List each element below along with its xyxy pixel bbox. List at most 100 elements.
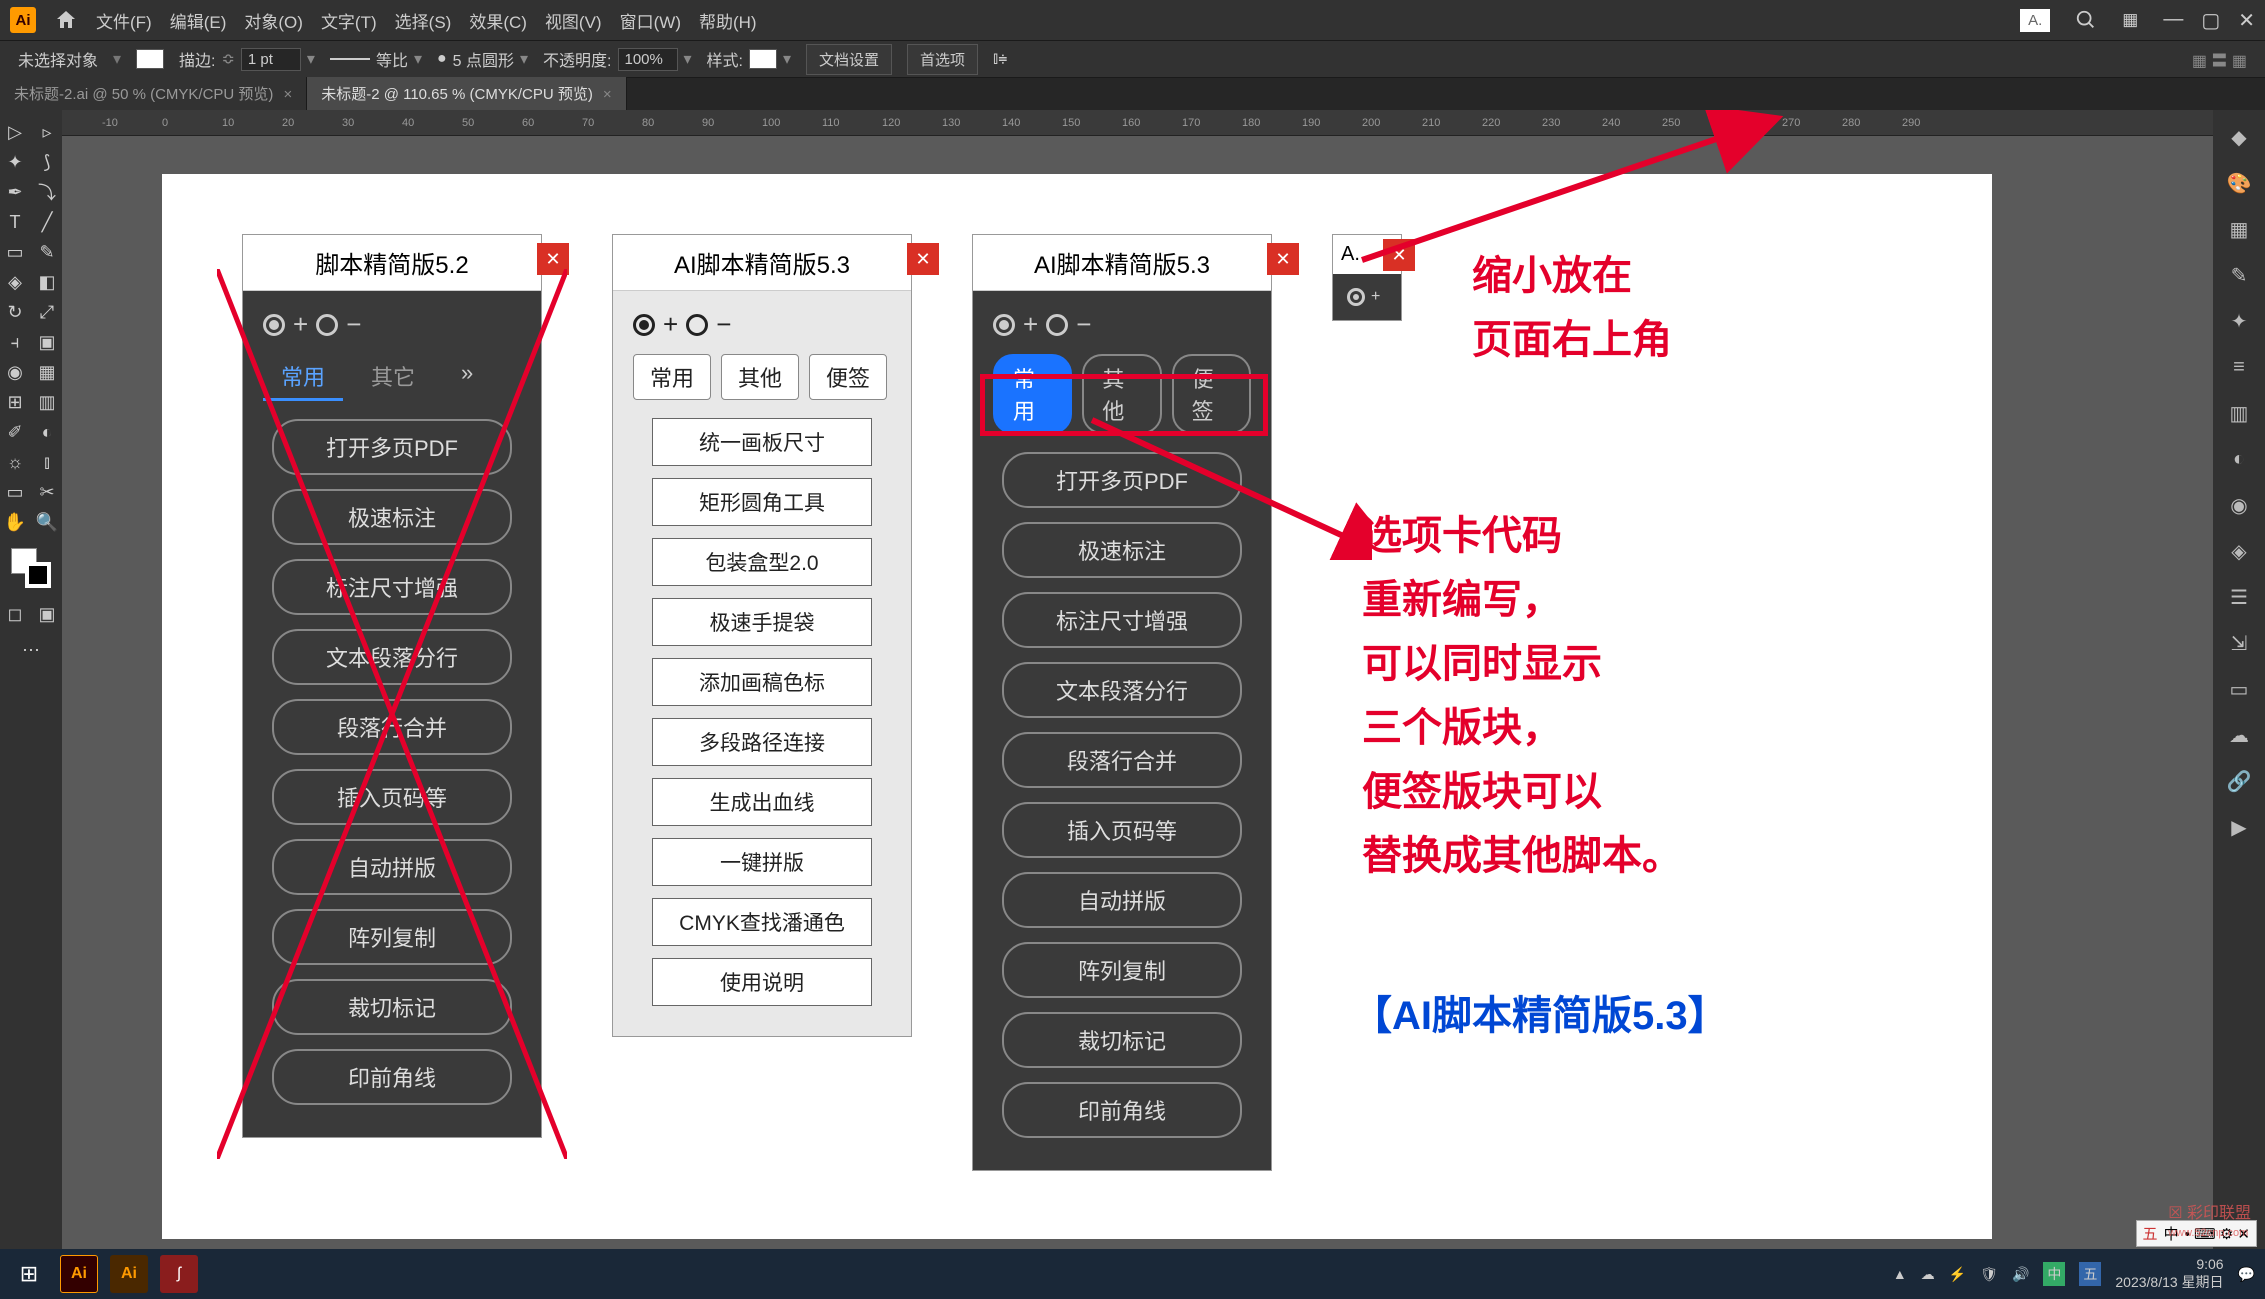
brush-tool[interactable]: ✎ <box>33 238 61 266</box>
btn-text-split[interactable]: 文本段落分行 <box>1002 662 1242 718</box>
tray-icon[interactable]: ▲ <box>1893 1266 1907 1282</box>
btn-auto-impose[interactable]: 自动拼版 <box>1002 872 1242 928</box>
btn-instructions[interactable]: 使用说明 <box>652 958 872 1006</box>
taskbar-app[interactable]: ʃ <box>160 1255 198 1293</box>
magic-wand-tool[interactable]: ✦ <box>1 148 29 176</box>
btn-crop-marks[interactable]: 裁切标记 <box>272 979 512 1035</box>
btn-dim-enhance[interactable]: 标注尺寸增强 <box>1002 592 1242 648</box>
tab-other[interactable]: 其它 <box>353 354 433 401</box>
close-button[interactable]: ✕ <box>2238 8 2255 33</box>
tray-icon[interactable]: ⚡ <box>1949 1266 1966 1283</box>
hand-tool[interactable]: ✋ <box>1 508 29 536</box>
links-icon[interactable]: 🔗 <box>2224 766 2254 796</box>
tab-expand[interactable]: » <box>443 354 491 401</box>
btn-text-split[interactable]: 文本段落分行 <box>272 629 512 685</box>
mesh-tool[interactable]: ⊞ <box>1 388 29 416</box>
artboard-tool[interactable]: ▭ <box>1 478 29 506</box>
btn-open-pdf[interactable]: 打开多页PDF <box>1002 452 1242 508</box>
rectangle-tool[interactable]: ▭ <box>1 238 29 266</box>
radio-icon[interactable] <box>686 314 708 336</box>
btn-corner-lines[interactable]: 印前角线 <box>1002 1082 1242 1138</box>
blend-tool[interactable]: ◐ <box>33 418 61 446</box>
radio-icon[interactable] <box>993 314 1015 336</box>
workspace-icon[interactable]: ▦ <box>2122 10 2138 30</box>
btn-fast-annotate[interactable]: 极速标注 <box>272 489 512 545</box>
type-tool[interactable]: T <box>1 208 29 236</box>
rotate-tool[interactable]: ↻ <box>1 298 29 326</box>
layers-icon[interactable]: ☰ <box>2224 582 2254 612</box>
gradient-icon[interactable]: ▥ <box>2224 398 2254 428</box>
btn-page-number[interactable]: 插入页码等 <box>272 769 512 825</box>
scale-tool[interactable]: ⤢ <box>33 298 61 326</box>
btn-bleed-line[interactable]: 生成出血线 <box>652 778 872 826</box>
slice-tool[interactable]: ✂ <box>33 478 61 506</box>
btn-para-merge[interactable]: 段落行合并 <box>272 699 512 755</box>
perspective-tool[interactable]: ▦ <box>33 358 61 386</box>
minimize-button[interactable]: — <box>2163 8 2183 33</box>
curvature-tool[interactable]: ⤵ <box>33 178 61 206</box>
graph-tool[interactable]: ⫾ <box>33 448 61 476</box>
shape-builder-tool[interactable]: ◉ <box>1 358 29 386</box>
opacity-input[interactable] <box>618 48 678 71</box>
tray-ime-5[interactable]: 五 <box>2079 1262 2101 1286</box>
style-swatch[interactable] <box>749 49 777 69</box>
tab-common[interactable]: 常用 <box>263 354 343 401</box>
fill-swatch[interactable] <box>136 49 164 69</box>
btn-color-label[interactable]: 添加画稿色标 <box>652 658 872 706</box>
btn-auto-impose[interactable]: 自动拼版 <box>272 839 512 895</box>
graphic-styles-icon[interactable]: ◈ <box>2224 536 2254 566</box>
btn-page-number[interactable]: 插入页码等 <box>1002 802 1242 858</box>
btn-array-copy[interactable]: 阵列复制 <box>272 909 512 965</box>
home-icon[interactable] <box>54 8 78 32</box>
btn-para-merge[interactable]: 段落行合并 <box>1002 732 1242 788</box>
doc-setup-button[interactable]: 文档设置 <box>806 44 892 75</box>
edit-toolbar[interactable]: ⋯ <box>17 636 45 664</box>
tray-ime[interactable]: 中 <box>2043 1262 2065 1286</box>
menu-edit[interactable]: 编辑(E) <box>170 8 227 33</box>
prefs-button[interactable]: 首选项 <box>907 44 978 75</box>
tab-notes[interactable]: 便签 <box>809 354 887 400</box>
tab-common[interactable]: 常用 <box>633 354 711 400</box>
btn-handbag[interactable]: 极速手提袋 <box>652 598 872 646</box>
symbols-icon[interactable]: ✦ <box>2224 306 2254 336</box>
stroke-weight-input[interactable] <box>241 48 301 71</box>
search-icon[interactable] <box>2075 9 2097 31</box>
mini-panel-top[interactable]: A. <box>2020 9 2050 32</box>
btn-package-box[interactable]: 包装盒型2.0 <box>652 538 872 586</box>
maximize-button[interactable]: ▢ <box>2201 8 2220 33</box>
btn-fast-annotate[interactable]: 极速标注 <box>1002 522 1242 578</box>
libraries-icon[interactable]: ☁ <box>2224 720 2254 750</box>
screen-mode[interactable]: ▣ <box>33 600 61 628</box>
btn-open-pdf[interactable]: 打开多页PDF <box>272 419 512 475</box>
eyedropper-tool[interactable]: ✐ <box>1 418 29 446</box>
doc-tab-2[interactable]: 未标题-2 @ 110.65 % (CMYK/CPU 预览)× <box>307 77 626 110</box>
close-button[interactable]: ✕ <box>1267 243 1299 275</box>
color-swatches[interactable] <box>11 548 51 588</box>
symbol-tool[interactable]: ☼ <box>1 448 29 476</box>
eraser-tool[interactable]: ◧ <box>33 268 61 296</box>
pen-tool[interactable]: ✒ <box>1 178 29 206</box>
menu-file[interactable]: 文件(F) <box>96 8 152 33</box>
draw-mode[interactable]: ◻ <box>1 600 29 628</box>
pin-icon[interactable]: ⫾≑ <box>993 50 1007 68</box>
appearance-icon[interactable]: ◉ <box>2224 490 2254 520</box>
radio-icon[interactable] <box>263 314 285 336</box>
close-button[interactable]: ✕ <box>907 243 939 275</box>
doc-tab-1[interactable]: 未标题-2.ai @ 50 % (CMYK/CPU 预览)× <box>0 77 307 110</box>
properties-icon[interactable]: ◆ <box>2224 122 2254 152</box>
selection-tool[interactable]: ▷ <box>1 118 29 146</box>
menu-window[interactable]: 窗口(W) <box>620 8 681 33</box>
menu-help[interactable]: 帮助(H) <box>699 8 757 33</box>
free-transform-tool[interactable]: ▣ <box>33 328 61 356</box>
radio-icon[interactable] <box>1347 288 1365 306</box>
btn-rounded-rect[interactable]: 矩形圆角工具 <box>652 478 872 526</box>
tray-volume-icon[interactable]: 🔊 <box>2012 1266 2029 1283</box>
transparency-icon[interactable]: ◐ <box>2224 444 2254 474</box>
close-button[interactable]: ✕ <box>537 243 569 275</box>
radio-icon[interactable] <box>633 314 655 336</box>
line-tool[interactable]: ╱ <box>33 208 61 236</box>
tab-other[interactable]: 其他 <box>721 354 799 400</box>
zoom-tool[interactable]: 🔍 <box>33 508 61 536</box>
panel-menu-icon[interactable]: ▦ 〓 ▦ <box>2192 47 2247 71</box>
btn-path-connect[interactable]: 多段路径连接 <box>652 718 872 766</box>
